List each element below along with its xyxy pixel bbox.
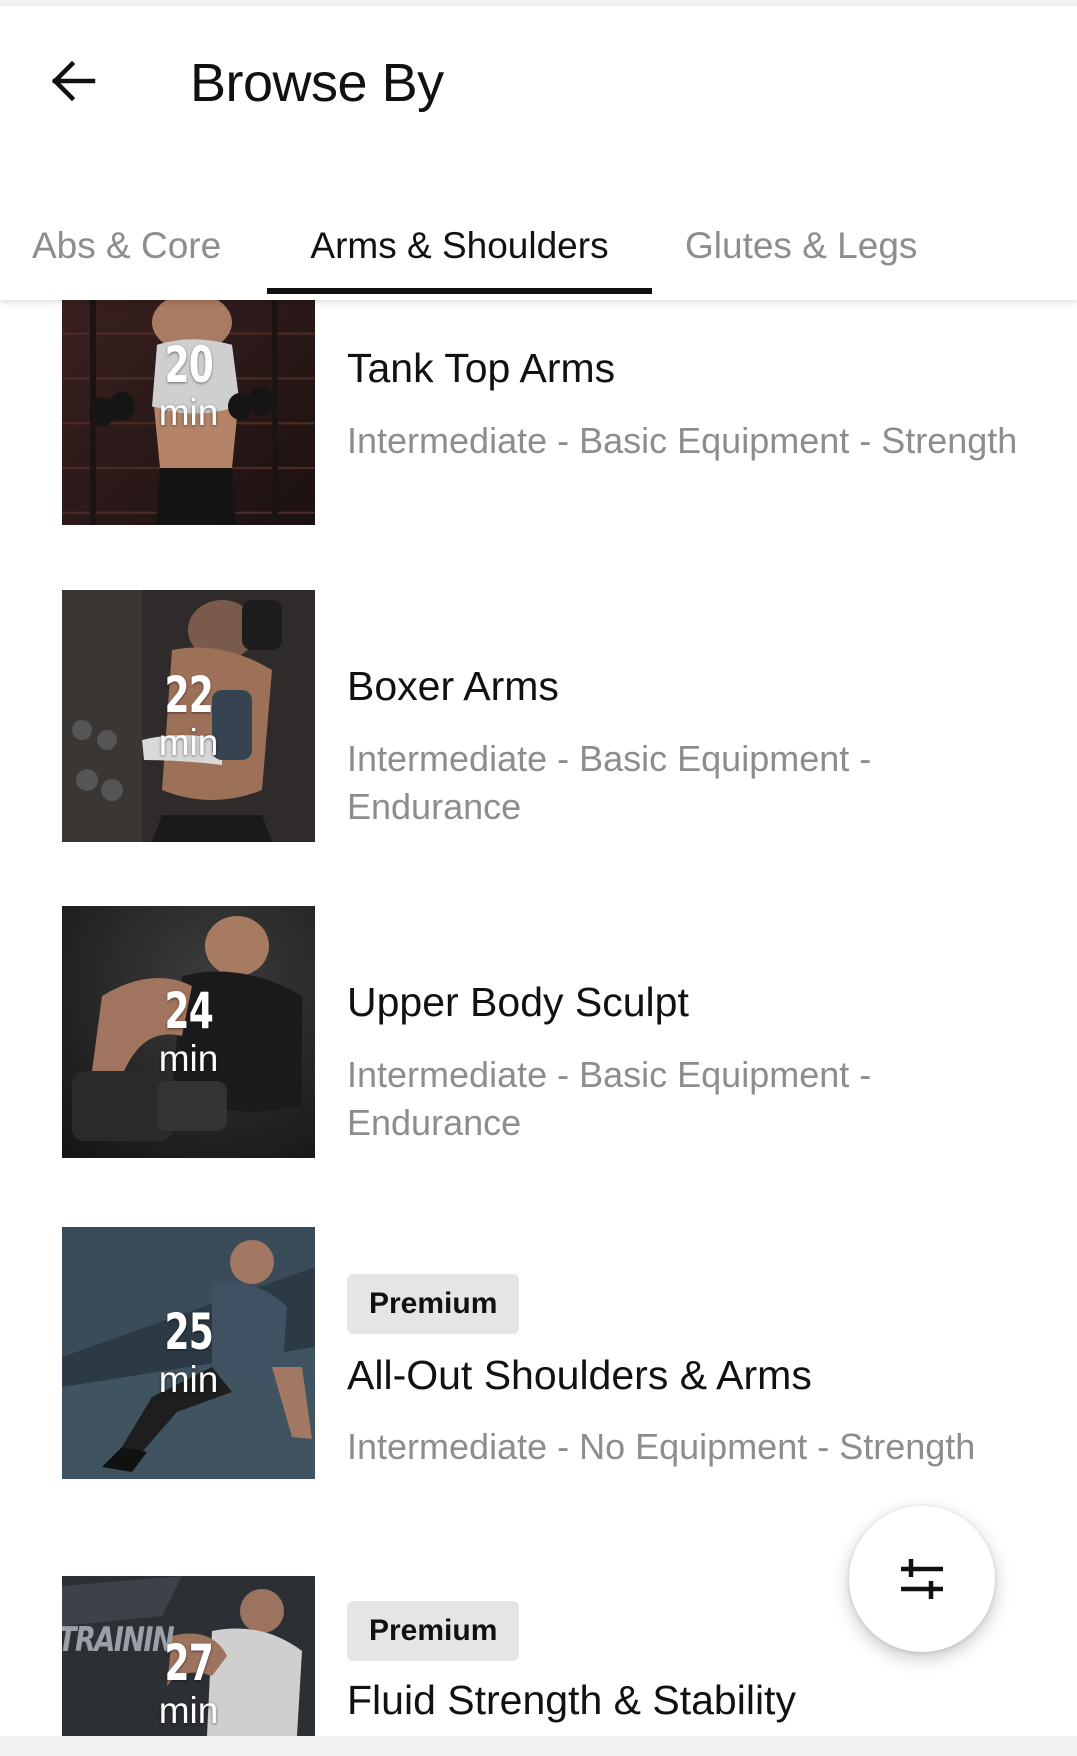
app-header: Browse By Abs & Core Arms & Shoulders Gl… bbox=[0, 6, 1077, 300]
duration-unit: min bbox=[158, 392, 219, 433]
duration-unit: min bbox=[158, 722, 219, 763]
tab-glutes-legs[interactable]: Glutes & Legs bbox=[685, 192, 917, 300]
arrow-left-icon bbox=[51, 61, 96, 101]
workout-meta: Intermediate - No Equipment - Strength bbox=[347, 1426, 976, 1467]
workout-item-tank-top-arms[interactable]: 20 min Tank Top Arms Intermediate - Basi… bbox=[0, 300, 1077, 525]
duration-overlay: 25 min bbox=[62, 1227, 315, 1479]
workout-meta: Intermediate - Basic Equipment - Enduran… bbox=[347, 1054, 872, 1143]
tab-arms-shoulders[interactable]: Arms & Shoulders bbox=[267, 192, 652, 300]
browse-screen: Browse By Abs & Core Arms & Shoulders Gl… bbox=[0, 0, 1077, 1756]
duration-overlay: 27 min bbox=[62, 1576, 315, 1736]
premium-badge: Premium bbox=[347, 1274, 520, 1334]
duration-value: 20 bbox=[164, 336, 213, 394]
duration-value: 25 bbox=[164, 1303, 213, 1361]
premium-badge: Premium bbox=[347, 1601, 520, 1661]
bottom-nav-strip bbox=[0, 1736, 1077, 1756]
workout-thumbnail: TRAININ 27 min bbox=[62, 1576, 315, 1736]
workout-meta: Intermediate - Basic Equipment - Enduran… bbox=[347, 738, 872, 827]
duration-value: 24 bbox=[164, 982, 213, 1040]
duration-overlay: 20 min bbox=[62, 300, 315, 525]
workout-thumbnail: 25 min bbox=[62, 1227, 315, 1479]
workout-thumbnail: 20 min bbox=[62, 300, 315, 525]
workout-thumbnail: 22 min bbox=[62, 590, 315, 842]
back-button[interactable] bbox=[40, 48, 106, 114]
workout-title: Tank Top Arms bbox=[347, 345, 616, 391]
workout-item-upper-body-sculpt[interactable]: 24 min Upper Body Sculpt Intermediate - … bbox=[0, 906, 1077, 1158]
duration-value: 22 bbox=[164, 666, 213, 724]
workout-title: Boxer Arms bbox=[347, 663, 559, 709]
workout-item-boxer-arms[interactable]: 22 min Boxer Arms Intermediate - Basic E… bbox=[0, 590, 1077, 842]
workout-title: Fluid Strength & Stability bbox=[347, 1677, 796, 1723]
duration-unit: min bbox=[158, 1038, 219, 1079]
duration-value: 27 bbox=[164, 1634, 213, 1692]
page-title: Browse By bbox=[190, 53, 444, 113]
workout-title: All-Out Shoulders & Arms bbox=[347, 1352, 812, 1398]
category-tabs: Abs & Core Arms & Shoulders Glutes & Leg… bbox=[0, 192, 1077, 300]
duration-unit: min bbox=[158, 1690, 219, 1731]
duration-overlay: 22 min bbox=[62, 590, 315, 842]
filter-button[interactable] bbox=[849, 1506, 995, 1652]
workout-thumbnail: 24 min bbox=[62, 906, 315, 1158]
active-tab-indicator bbox=[267, 288, 652, 294]
workout-item-all-out-shoulders-arms[interactable]: 25 min Premium All-Out Shoulders & Arms … bbox=[0, 1227, 1077, 1479]
workout-title: Upper Body Sculpt bbox=[347, 979, 689, 1025]
duration-overlay: 24 min bbox=[62, 906, 315, 1158]
duration-unit: min bbox=[158, 1359, 219, 1400]
sliders-filter-icon bbox=[901, 1559, 943, 1599]
workout-meta: Intermediate - Basic Equipment - Strengt… bbox=[347, 420, 1018, 461]
tab-abs-core[interactable]: Abs & Core bbox=[32, 192, 221, 300]
